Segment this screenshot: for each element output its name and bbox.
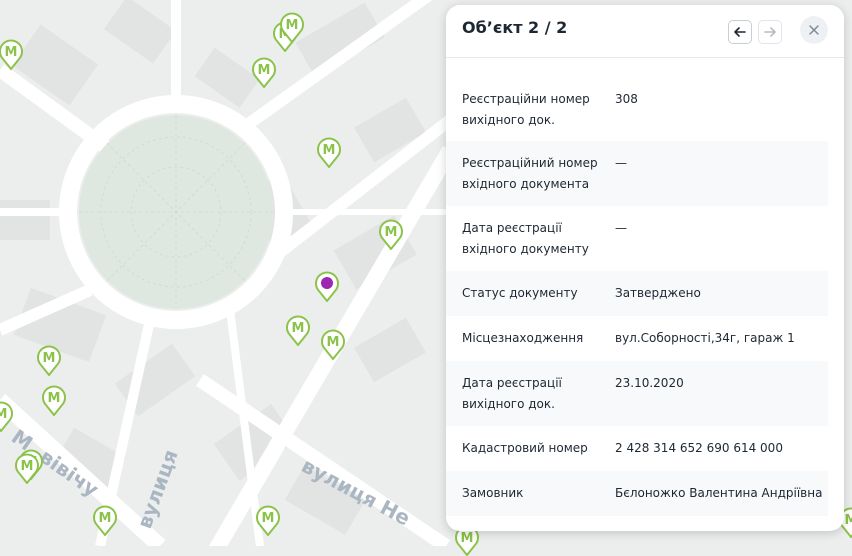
row-label: Статус документу — [462, 286, 578, 300]
svg-text:М: М — [262, 511, 275, 526]
metro-icon: М — [280, 12, 304, 43]
svg-text:М: М — [258, 63, 271, 78]
table-row: Замовник Бєлоножко Валентина Андріївна — [446, 471, 828, 516]
table-row: Реєстраційний номер вхідного документа — — [446, 141, 828, 206]
metro-icon: М — [317, 137, 341, 168]
metro-icon: М — [0, 39, 23, 70]
metro-icon: М — [93, 505, 117, 536]
table-row: Статус документу Затверджено — [446, 271, 828, 316]
metro-marker[interactable]: М — [279, 11, 305, 43]
attribute-table: Реєстраційни номер вихідного док. 308 Ре… — [446, 75, 828, 516]
metro-marker[interactable]: М — [255, 504, 281, 536]
table-row: Дата реєстрації вихідного док. 23.10.202… — [446, 361, 828, 426]
row-value: — — [615, 156, 627, 170]
arrow-right-icon — [764, 27, 776, 37]
row-value: вул.Соборності,34г, гараж 1 — [615, 331, 795, 345]
row-label: Місцезнаходження — [462, 331, 584, 345]
close-panel-button[interactable] — [800, 16, 828, 44]
row-label: Кадастровий номер — [462, 441, 588, 455]
row-label: Замовник — [462, 486, 524, 500]
svg-text:М: М — [48, 391, 61, 406]
svg-text:М: М — [292, 321, 305, 336]
metro-icon: М — [286, 315, 310, 346]
metro-marker[interactable]: М — [41, 384, 67, 416]
metro-icon: М — [256, 505, 280, 536]
table-row: Реєстраційни номер вихідного док. 308 — [446, 75, 828, 141]
metro-marker[interactable]: М — [316, 136, 342, 168]
row-label: Реєстраційни номер вихідного док. — [462, 92, 590, 127]
svg-text:М: М — [5, 45, 18, 60]
metro-marker[interactable]: М — [0, 38, 24, 70]
metro-marker[interactable]: М — [320, 328, 346, 360]
table-row: Дата реєстрації вхідного документу — — [446, 206, 828, 271]
selected-object-marker[interactable] — [314, 270, 340, 302]
arrow-left-icon — [734, 27, 746, 37]
table-row: Кадастровий номер 2 428 314 652 690 614 … — [446, 426, 828, 471]
row-label: Дата реєстрації вихідного док. — [462, 376, 562, 411]
metro-marker[interactable]: М — [92, 504, 118, 536]
row-value: Затверджено — [615, 286, 701, 300]
svg-text:М: М — [0, 407, 7, 422]
svg-text:М: М — [21, 459, 34, 474]
metro-icon: М — [15, 453, 39, 484]
row-label: Реєстраційний номер вхідного документа — [462, 156, 598, 191]
svg-text:М: М — [845, 513, 852, 528]
metro-marker[interactable]: М — [251, 56, 277, 88]
svg-text:М: М — [43, 351, 56, 366]
row-value: — — [615, 221, 627, 235]
close-icon — [809, 25, 819, 35]
table-row: Місцезнаходження вул.Соборності,34г, гар… — [446, 316, 828, 361]
metro-icon: М — [42, 385, 66, 416]
metro-icon: М — [379, 219, 403, 250]
metro-marker[interactable]: М — [378, 218, 404, 250]
row-value: 308 — [615, 92, 638, 106]
metro-marker[interactable]: М — [0, 400, 14, 432]
row-label: Дата реєстрації вхідного документу — [462, 221, 589, 256]
svg-text:М: М — [99, 511, 112, 526]
svg-text:М: М — [461, 531, 474, 546]
metro-icon: М — [0, 401, 13, 432]
svg-text:М: М — [385, 225, 398, 240]
metro-marker[interactable]: М — [14, 452, 40, 484]
metro-marker[interactable]: М — [36, 344, 62, 376]
prev-object-button[interactable] — [728, 20, 752, 44]
panel-header: Об’єкт 2 / 2 — [446, 5, 844, 58]
metro-marker[interactable]: М — [285, 314, 311, 346]
metro-icon: М — [37, 345, 61, 376]
svg-text:М: М — [327, 335, 340, 350]
metro-icon: М — [252, 57, 276, 88]
svg-text:М: М — [286, 18, 299, 33]
row-value: 2 428 314 652 690 614 000 — [615, 441, 783, 455]
object-info-panel: Об’єкт 2 / 2 Реєстраційни номер вихідног… — [446, 5, 844, 531]
row-value: Бєлоножко Валентина Андріївна — [615, 486, 823, 500]
svg-text:М: М — [323, 143, 336, 158]
next-object-button[interactable] — [758, 20, 782, 44]
metro-icon: М — [321, 329, 345, 360]
panel-title: Об’єкт 2 / 2 — [462, 18, 568, 37]
selected-pin-icon — [315, 271, 339, 302]
row-value: 23.10.2020 — [615, 376, 684, 390]
